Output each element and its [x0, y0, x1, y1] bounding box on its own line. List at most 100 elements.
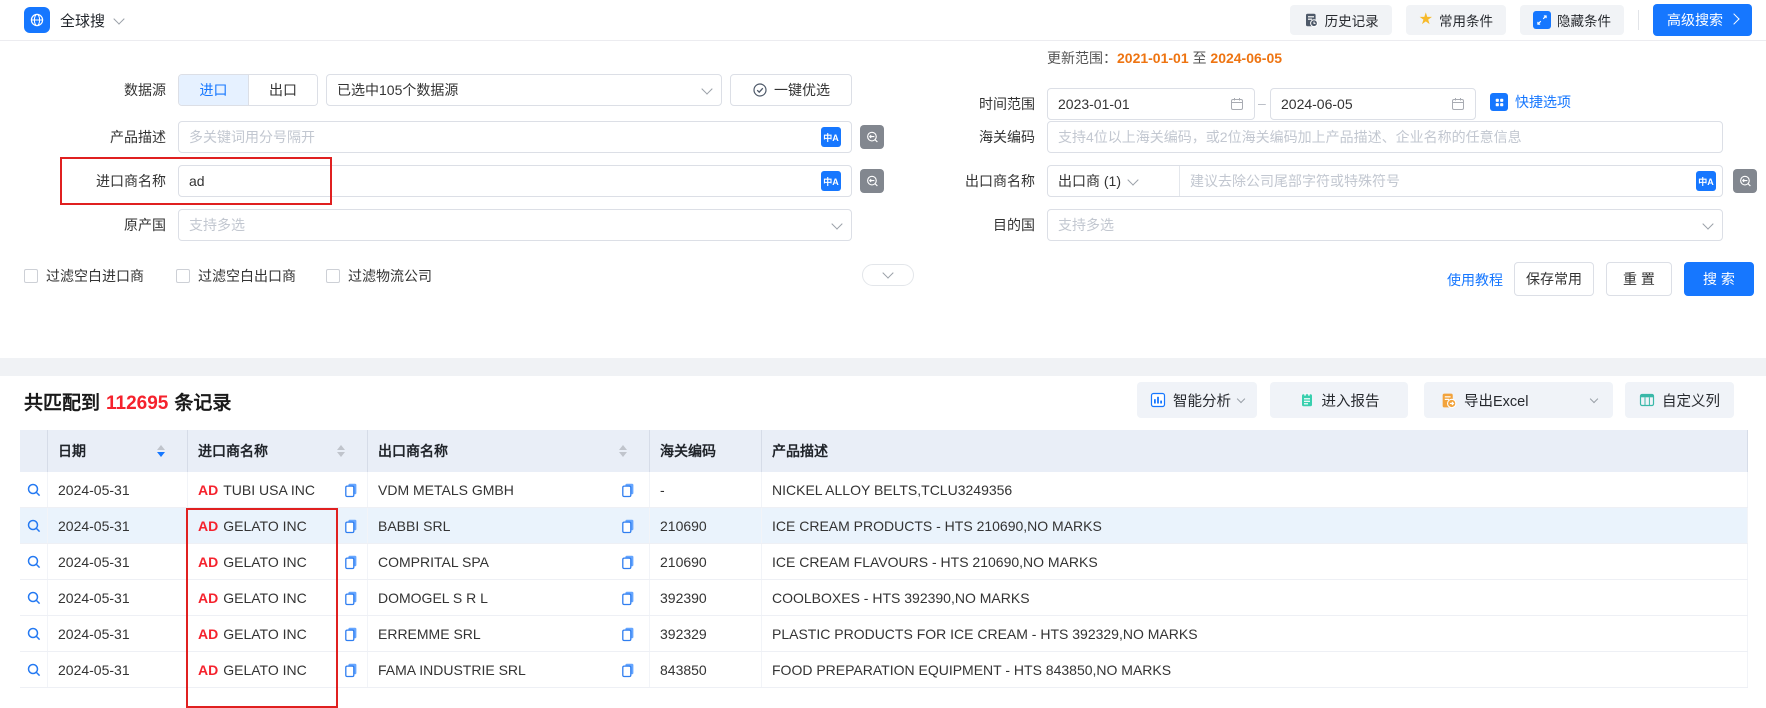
product-desc-input[interactable]: 中A — [178, 121, 852, 153]
chevron-down-icon — [882, 267, 893, 278]
time-range-label: 时间范围 — [915, 88, 1035, 120]
copy-icon[interactable] — [621, 482, 635, 497]
importer-field[interactable] — [189, 173, 821, 189]
search-button[interactable]: 搜 索 — [1684, 262, 1754, 296]
copy-icon[interactable] — [344, 590, 358, 605]
importer-cell: AD GELATO INC — [188, 580, 368, 615]
sort-icons-importer[interactable] — [337, 445, 345, 457]
collapse-form-button[interactable] — [862, 264, 914, 286]
chevron-down-icon[interactable] — [1590, 394, 1598, 402]
exporter-type-select[interactable]: 出口商 (1) — [1048, 166, 1180, 196]
quick-options-icon — [1490, 93, 1508, 111]
exclude-filter-button[interactable] — [860, 169, 884, 193]
exporter-cell: COMPRITAL SPA — [368, 544, 650, 579]
copy-icon[interactable] — [621, 662, 635, 677]
checkbox-icon[interactable] — [24, 269, 38, 283]
hide-conditions-button[interactable]: 隐藏条件 — [1520, 5, 1624, 35]
filter-blank-importer-checkbox[interactable]: 过滤空白进口商 — [24, 266, 144, 286]
copy-icon[interactable] — [344, 482, 358, 497]
exclude-filter-button[interactable] — [860, 125, 884, 149]
section-divider — [0, 358, 1766, 376]
header-importer[interactable]: 进口商名称 — [188, 430, 368, 472]
tab-import[interactable]: 进口 — [179, 75, 248, 105]
product-desc-cell: COOLBOXES - HTS 392390,NO MARKS — [762, 580, 1748, 615]
translate-icon[interactable]: 中A — [1696, 171, 1716, 191]
exporter-field[interactable] — [1180, 173, 1696, 189]
header-exporter[interactable]: 出口商名称 — [368, 430, 650, 472]
date-end-field[interactable] — [1281, 96, 1451, 112]
enter-report-button[interactable]: 进入报告 — [1270, 382, 1408, 418]
app-switch-chevron-icon[interactable] — [113, 13, 124, 24]
row-detail-cell[interactable] — [20, 508, 48, 543]
table-row[interactable]: 2024-05-31 AD GELATO INC DOMOGEL S R L 3… — [20, 580, 1748, 616]
product-desc-cell: PLASTIC PRODUCTS FOR ICE CREAM - HTS 392… — [762, 616, 1748, 651]
copy-icon[interactable] — [344, 662, 358, 677]
date-start-field[interactable] — [1058, 96, 1230, 112]
hs-code-input[interactable] — [1047, 121, 1723, 153]
data-source-select[interactable]: 已选中105个数据源 — [326, 74, 722, 106]
product-desc-field[interactable] — [189, 129, 821, 145]
importer-cell: AD GELATO INC — [188, 652, 368, 687]
table-row[interactable]: 2024-05-31 AD TUBI USA INC VDM METALS GM… — [20, 472, 1748, 508]
smart-analysis-button[interactable]: 智能分析 — [1137, 382, 1257, 418]
sort-icons-exporter[interactable] — [619, 445, 627, 457]
checkbox-icon[interactable] — [326, 269, 340, 283]
destination-select[interactable]: 支持多选 — [1047, 209, 1723, 241]
row-detail-cell[interactable] — [20, 544, 48, 579]
magnifier-icon — [26, 662, 42, 678]
importer-input[interactable]: 中A — [178, 165, 852, 197]
app-logo-globe-icon — [24, 7, 50, 33]
copy-icon[interactable] — [344, 626, 358, 641]
update-range-text: 更新范围：2021-01-01 至 2024-06-05 — [1047, 48, 1282, 68]
table-row[interactable]: 2024-05-31 AD GELATO INC FAMA INDUSTRIE … — [20, 652, 1748, 688]
checkbox-icon[interactable] — [176, 269, 190, 283]
filter-blank-exporter-checkbox[interactable]: 过滤空白出口商 — [176, 266, 296, 286]
table-row[interactable]: 2024-05-31 AD GELATO INC COMPRITAL SPA 2… — [20, 544, 1748, 580]
origin-label: 原产国 — [46, 209, 166, 241]
exporter-cell: DOMOGEL S R L — [368, 580, 650, 615]
copy-icon[interactable] — [344, 554, 358, 569]
table-row[interactable]: 2024-05-31 AD GELATO INC ERREMME SRL 392… — [20, 616, 1748, 652]
hs-code-field[interactable] — [1058, 129, 1712, 145]
reset-button[interactable]: 重 置 — [1606, 262, 1672, 296]
results-section: 共匹配到112695条记录 智能分析 进入报告 导出Excel 自定义列 日期 … — [0, 376, 1766, 684]
sort-icons-date[interactable] — [157, 445, 165, 457]
exclude-filter-icon — [1738, 174, 1753, 189]
copy-icon[interactable] — [621, 518, 635, 533]
row-detail-cell[interactable] — [20, 616, 48, 651]
row-detail-cell[interactable] — [20, 652, 48, 687]
importer-cell: AD GELATO INC — [188, 544, 368, 579]
advanced-search-button[interactable]: 高级搜索 — [1653, 4, 1752, 36]
favorites-button[interactable]: ★ 常用条件 — [1406, 5, 1506, 35]
exclude-filter-button[interactable] — [1733, 169, 1757, 193]
history-button[interactable]: 历史记录 — [1290, 5, 1392, 35]
tab-export[interactable]: 出口 — [248, 75, 317, 105]
tutorial-link[interactable]: 使用教程 — [1447, 270, 1503, 290]
row-detail-cell[interactable] — [20, 472, 48, 507]
date-cell: 2024-05-31 — [48, 472, 188, 507]
importer-cell: AD GELATO INC — [188, 508, 368, 543]
header-date[interactable]: 日期 — [48, 430, 188, 472]
chevron-down-icon — [1127, 174, 1138, 185]
hs-code-cell: - — [650, 472, 762, 507]
export-excel-button[interactable]: 导出Excel — [1424, 382, 1613, 418]
translate-icon[interactable]: 中A — [821, 127, 841, 147]
importer-cell: AD GELATO INC — [188, 616, 368, 651]
table-row[interactable]: 2024-05-31 AD GELATO INC BABBI SRL 21069… — [20, 508, 1748, 544]
save-favorite-button[interactable]: 保存常用 — [1514, 262, 1594, 296]
copy-icon[interactable] — [621, 626, 635, 641]
copy-icon[interactable] — [621, 590, 635, 605]
date-start-input[interactable] — [1047, 88, 1255, 120]
copy-icon[interactable] — [344, 518, 358, 533]
filter-logistics-checkbox[interactable]: 过滤物流公司 — [326, 266, 432, 286]
row-detail-cell[interactable] — [20, 580, 48, 615]
copy-icon[interactable] — [621, 554, 635, 569]
quick-options-link[interactable]: 快捷选项 — [1490, 92, 1571, 112]
product-desc-cell: ICE CREAM PRODUCTS - HTS 210690,NO MARKS — [762, 508, 1748, 543]
date-end-input[interactable] — [1270, 88, 1476, 120]
custom-columns-button[interactable]: 自定义列 — [1625, 382, 1734, 418]
one-click-optimize-button[interactable]: 一键优选 — [730, 74, 852, 106]
origin-select[interactable]: 支持多选 — [178, 209, 852, 241]
toolbar-divider — [1638, 10, 1639, 30]
translate-icon[interactable]: 中A — [821, 171, 841, 191]
